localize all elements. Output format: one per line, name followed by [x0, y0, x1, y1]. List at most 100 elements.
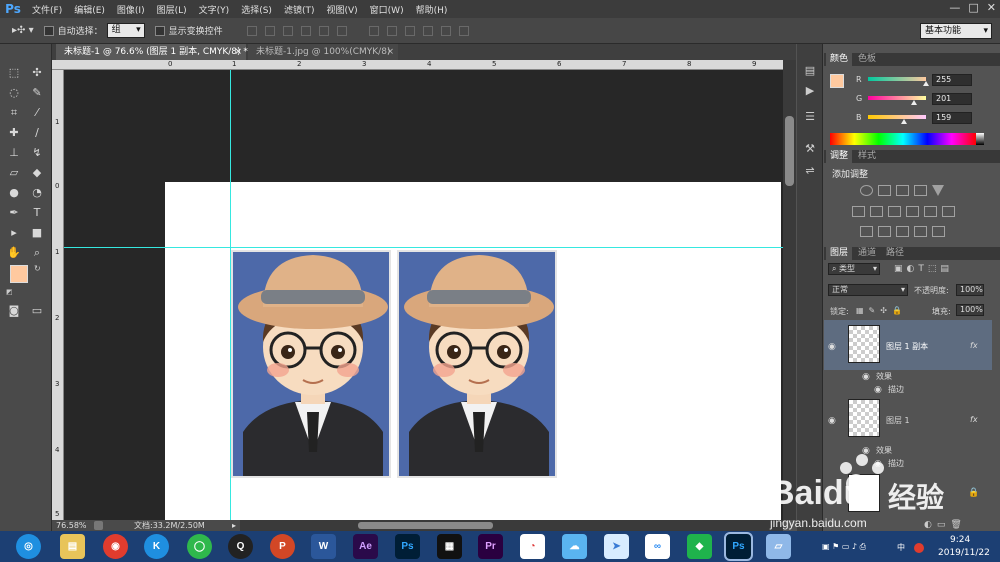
tab-adjustments[interactable]: 调整: [826, 150, 853, 163]
taskbar-green-app[interactable]: ◆: [687, 534, 712, 559]
horizontal-guide[interactable]: [64, 247, 783, 248]
clock-time[interactable]: 9:24: [950, 535, 970, 545]
blend-mode-dropdown[interactable]: 正常 ▾: [828, 284, 908, 296]
auto-select-checkbox[interactable]: [43, 25, 54, 36]
taskbar-feishu[interactable]: ➤: [604, 534, 629, 559]
layer-name[interactable]: 图层 1: [886, 415, 910, 426]
properties-icon[interactable]: ☰: [803, 110, 817, 124]
tab-layers[interactable]: 图层: [826, 247, 853, 260]
channel-r-value[interactable]: 255: [932, 74, 972, 86]
clone-stamp-tool-icon[interactable]: ⊥: [4, 144, 24, 162]
show-transform-checkbox[interactable]: [154, 25, 165, 36]
layer-thumbnail[interactable]: [848, 399, 880, 437]
tab-document-2[interactable]: 未标题-1.jpg @ 100%(CMYK/8) ×: [248, 44, 398, 60]
canvas-area[interactable]: [64, 70, 783, 520]
gradient-map-icon[interactable]: [914, 226, 927, 237]
taskbar-word[interactable]: W: [311, 534, 336, 559]
maximize-icon[interactable]: □: [968, 1, 978, 14]
vertical-scroll-thumb[interactable]: [785, 116, 794, 186]
cartoon-photo-2[interactable]: [397, 250, 557, 478]
align-left-icon[interactable]: [300, 25, 311, 36]
color-spectrum-bw[interactable]: [976, 133, 984, 145]
ime-indicator[interactable]: 中: [897, 542, 905, 553]
lasso-tool-icon[interactable]: ◌: [4, 84, 24, 102]
taskbar-baidu-netdisk[interactable]: ∞: [645, 534, 670, 559]
menu-select[interactable]: 选择(S): [235, 3, 278, 16]
zoom-tool-icon[interactable]: ⌕: [27, 244, 47, 262]
blur-tool-icon[interactable]: ●: [4, 184, 24, 202]
close-icon[interactable]: ✕: [987, 1, 996, 14]
channel-b-value[interactable]: 159: [932, 112, 972, 124]
swap-colors-icon[interactable]: ↻: [34, 264, 41, 273]
selective-color-icon[interactable]: [932, 226, 945, 237]
distribute-bottom-icon[interactable]: [404, 25, 415, 36]
channel-g-slider[interactable]: [868, 96, 926, 100]
channel-r-marker[interactable]: [923, 81, 929, 86]
screen-mode-icon[interactable]: ▭: [27, 302, 47, 320]
eraser-tool-icon[interactable]: ▱: [4, 164, 24, 182]
move-tool-icon[interactable]: ▸✣ ▾: [12, 25, 34, 36]
taskbar-after-effects[interactable]: Ae: [353, 534, 378, 559]
auto-select-dropdown[interactable]: 组 ▾: [106, 23, 145, 38]
move-tool-icon[interactable]: ✣: [27, 64, 47, 82]
align-vcenter-icon[interactable]: [264, 25, 275, 36]
taskbar-kugou[interactable]: K: [144, 534, 169, 559]
taskbar-video-editor[interactable]: ▦: [437, 534, 462, 559]
distribute-right-icon[interactable]: [458, 25, 469, 36]
menu-filter[interactable]: 滤镜(T): [278, 3, 321, 16]
curves-icon[interactable]: [896, 185, 909, 196]
foreground-color-swatch[interactable]: [10, 265, 28, 283]
menu-help[interactable]: 帮助(H): [410, 3, 454, 16]
color-spectrum[interactable]: [830, 133, 976, 145]
rectangle-tool-icon[interactable]: ■: [27, 224, 47, 242]
distribute-top-icon[interactable]: [368, 25, 379, 36]
tool-preset-icon[interactable]: ⇌: [803, 164, 817, 178]
pen-tool-icon[interactable]: ✒: [4, 204, 24, 222]
history-brush-tool-icon[interactable]: ↯: [27, 144, 47, 162]
vibrance-icon[interactable]: [932, 185, 944, 196]
taskbar-photoshop[interactable]: Ps: [395, 534, 420, 559]
taskbar-travel-app[interactable]: ☁: [562, 534, 587, 559]
channel-b-slider[interactable]: [868, 115, 926, 119]
eye-icon[interactable]: ◉: [862, 372, 870, 382]
taskbar-chrome[interactable]: ◔: [520, 534, 545, 559]
close-tab-icon[interactable]: ×: [234, 44, 242, 60]
align-hcenter-icon[interactable]: [318, 25, 329, 36]
quick-mask-icon[interactable]: ◙: [4, 302, 24, 320]
photo-filter-icon[interactable]: [906, 206, 919, 217]
posterize-icon[interactable]: [878, 226, 891, 237]
distribute-left-icon[interactable]: [422, 25, 433, 36]
distribute-vcenter-icon[interactable]: [386, 25, 397, 36]
actions-icon[interactable]: ▶: [803, 84, 817, 98]
align-right-icon[interactable]: [336, 25, 347, 36]
black-white-icon[interactable]: [888, 206, 901, 217]
history-icon[interactable]: ▤: [803, 64, 817, 78]
menu-file[interactable]: 文件(F): [26, 3, 68, 16]
tab-paths[interactable]: 路径: [882, 247, 908, 260]
taskbar-file-explorer[interactable]: ▤: [60, 534, 85, 559]
fill-field[interactable]: 100%: [956, 304, 984, 316]
opacity-field[interactable]: 100%: [956, 284, 984, 296]
channel-b-marker[interactable]: [901, 119, 908, 124]
vertical-guide[interactable]: [230, 70, 231, 520]
brightness-icon[interactable]: [860, 185, 873, 196]
taskbar-paint[interactable]: ▱: [766, 534, 791, 559]
invert-icon[interactable]: [860, 226, 873, 237]
dodge-tool-icon[interactable]: ◔: [27, 184, 47, 202]
tab-document-1[interactable]: 未标题-1 @ 76.6% (图层 1 副本, CMYK/8) * ×: [56, 44, 248, 60]
menu-layer[interactable]: 图层(L): [151, 3, 193, 16]
brush-tool-icon[interactable]: ∕: [27, 124, 47, 142]
eye-icon[interactable]: ◉: [874, 385, 882, 395]
taskbar-qq-browser[interactable]: ◎: [16, 534, 41, 559]
menu-image[interactable]: 图像(I): [111, 3, 151, 16]
clock-date[interactable]: 2019/11/22: [938, 548, 990, 558]
tray-icons[interactable]: ▣ ⚑ ▭ ♪ ⎙: [822, 542, 866, 552]
layer-filter-dropdown[interactable]: ⌕ 类型 ▾: [828, 263, 880, 275]
menu-view[interactable]: 视图(V): [320, 3, 363, 16]
exposure-icon[interactable]: [914, 185, 927, 196]
taskbar-wechat[interactable]: ◯: [187, 534, 212, 559]
fx-icon[interactable]: fx: [970, 415, 978, 424]
eye-icon[interactable]: ◉: [828, 416, 836, 426]
color-lookup-icon[interactable]: [942, 206, 955, 217]
eye-icon[interactable]: ◉: [828, 342, 836, 352]
